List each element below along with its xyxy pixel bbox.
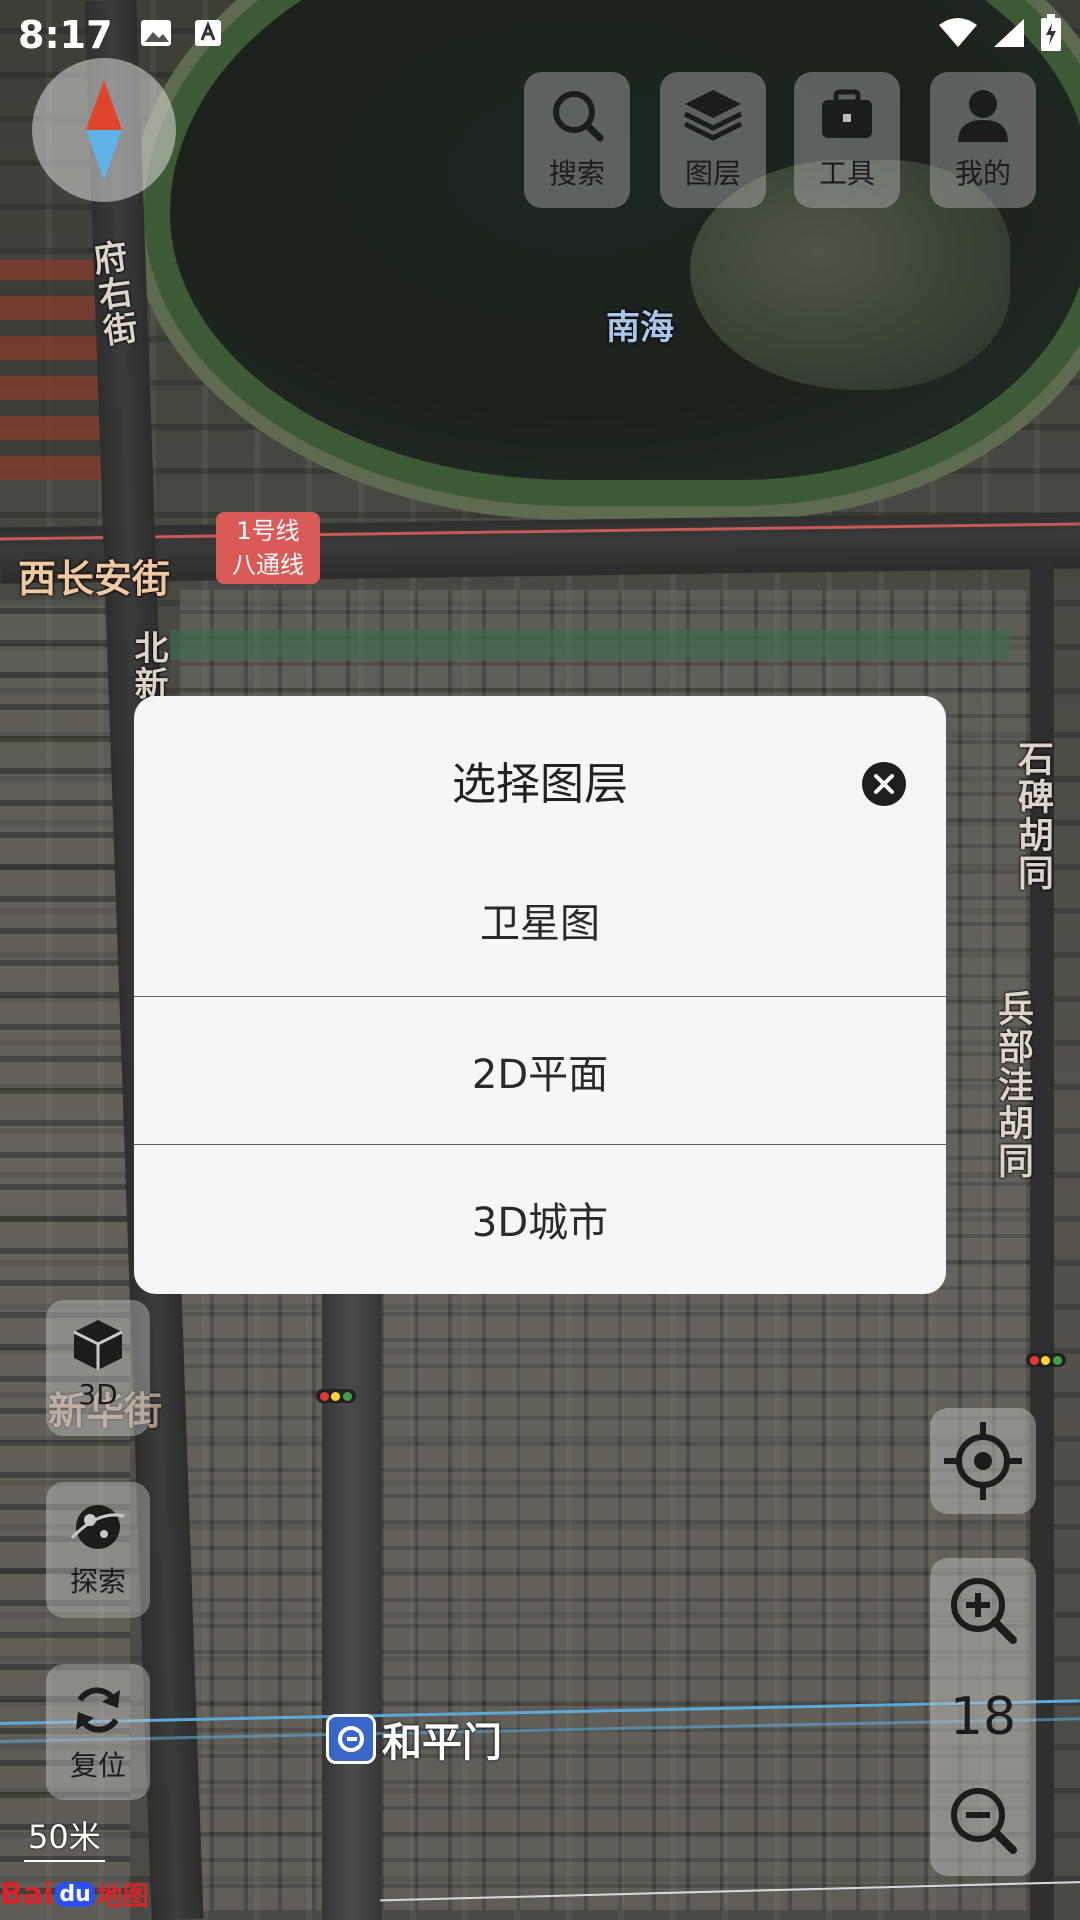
close-icon: [874, 774, 894, 794]
layer-option-satellite[interactable]: 卫星图: [134, 846, 946, 994]
layer-select-dialog: 选择图层 卫星图 2D平面 3D城市: [134, 696, 946, 1294]
layer-option-3d-city[interactable]: 3D城市: [134, 1144, 946, 1293]
dialog-title: 选择图层: [452, 759, 628, 810]
close-button[interactable]: [862, 762, 906, 806]
layer-option-2d[interactable]: 2D平面: [134, 996, 946, 1145]
